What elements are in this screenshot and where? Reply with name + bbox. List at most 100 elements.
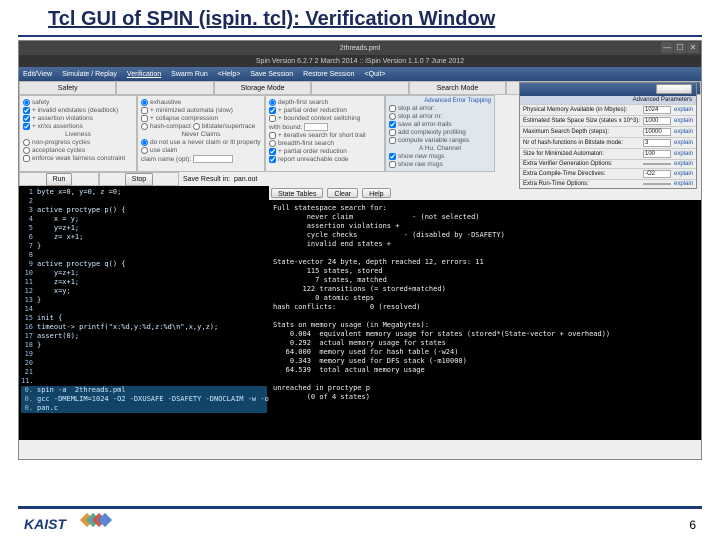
title-underline [18, 35, 702, 37]
radio-exh[interactable] [141, 99, 148, 106]
chk-varrange[interactable] [389, 137, 396, 144]
adv-hash-value[interactable]: 3 [643, 139, 671, 147]
adv-states-value[interactable]: 1000 [643, 117, 671, 125]
adv-depth-value[interactable]: 10000 [643, 128, 671, 136]
window-titlebar: 2threads.pml — ☐ ✕ [19, 41, 701, 55]
chk-stoperr[interactable] [389, 105, 396, 112]
chk-savetrails[interactable] [389, 121, 396, 128]
adv-minauto-value[interactable]: 100 [643, 150, 671, 158]
radio-nonprog[interactable] [23, 139, 30, 146]
chk-fair[interactable] [23, 155, 30, 162]
maximize-button[interactable]: ☐ [674, 42, 686, 53]
radio-stoperrnr[interactable] [389, 113, 396, 120]
col-search: depth-first search + partial order reduc… [265, 95, 385, 172]
lbl-never: Never Claims [181, 131, 220, 138]
hdr-storage: Storage Mode [214, 81, 311, 95]
adv-mem-label: Physical Memory Available (in Mbytes): [523, 107, 640, 113]
lbl-savetrails: save all error-trails [398, 121, 451, 128]
ispin-window: 2threads.pml — ☐ ✕ Spin Version 6.2.7 2 … [18, 40, 702, 460]
chk-xrxs[interactable] [23, 123, 30, 130]
chk-iter[interactable] [269, 132, 276, 139]
hdr-safety: Safety [19, 81, 116, 95]
chk-bcs[interactable] [269, 115, 276, 122]
explain-link2[interactable]: explain [674, 118, 693, 124]
lbl-assert: + assertion violations [32, 115, 93, 122]
footer-rule [18, 506, 702, 509]
tab-help[interactable]: <Help> [218, 71, 241, 78]
col-safety: safety + invalid endstates (deadlock) + … [19, 95, 137, 172]
help-button[interactable]: Help [362, 188, 390, 198]
stop-button[interactable]: Stop [125, 173, 153, 186]
main-tabs: Edit/View Simulate / Replay Verification… [19, 67, 701, 81]
kaist-logo: KAIST [24, 516, 66, 532]
lbl-accept: acceptance cycles [32, 147, 85, 154]
lbl-safety: safety [32, 99, 49, 106]
hdr-search: Search Mode [409, 81, 506, 95]
lbl-dfs: depth-first search [278, 99, 328, 106]
close-button[interactable]: ✕ [687, 42, 699, 53]
bound-input[interactable] [304, 123, 328, 131]
tab-swarm[interactable]: Swarm Run [171, 71, 208, 78]
state-tables-button[interactable]: State Tables [271, 188, 323, 198]
chk-assert[interactable] [23, 115, 30, 122]
adv-mem-value[interactable]: 1024 [643, 106, 671, 114]
lbl-fair: enforce weak fairness constraint [32, 155, 125, 162]
minimize-button[interactable]: — [661, 42, 673, 53]
claim-input[interactable] [193, 155, 233, 163]
lbl-stoperrnr: stop at error nr: [398, 113, 442, 120]
explain-link8[interactable]: explain [674, 181, 693, 187]
radio-accept[interactable] [23, 147, 30, 154]
lbl-bfs: breadth-first search [278, 140, 334, 147]
chk-complex[interactable] [389, 129, 396, 136]
tab-simulate[interactable]: Simulate / Replay [62, 71, 117, 78]
radio-bit[interactable] [193, 123, 200, 130]
verification-output[interactable]: Full statespace search for: never claim … [269, 200, 701, 440]
save-result-label: Save Result in: [183, 176, 230, 183]
radio-safety[interactable] [23, 99, 30, 106]
chk-unreach[interactable] [269, 156, 276, 163]
explain-link3[interactable]: explain [674, 129, 693, 135]
lbl-channel: A Hu. Channel [419, 145, 461, 152]
explain-link5[interactable]: explain [674, 151, 693, 157]
tab-save-session[interactable]: Save Session [250, 71, 293, 78]
adv-remove-button[interactable]: Remove [656, 84, 692, 94]
adv-compile-value[interactable]: -O2 [643, 170, 671, 178]
tab-verification[interactable]: Verification [127, 71, 161, 78]
chk-rawmsgs[interactable] [389, 161, 396, 168]
chk-por2[interactable] [269, 148, 276, 155]
save-result-value: pan.out [234, 176, 257, 183]
lbl-newmsgs: show new msgs [398, 153, 444, 160]
explain-link4[interactable]: explain [674, 140, 693, 146]
tab-edit[interactable]: Edit/View [23, 71, 52, 78]
lbl-xrxs: + xr/xs assertions [32, 123, 83, 130]
tab-quit[interactable]: <Quit> [365, 71, 386, 78]
tab-restore-session[interactable]: Restore Session [303, 71, 354, 78]
radio-dfs[interactable] [269, 99, 276, 106]
lbl-iter: + iterative search for short trail [278, 132, 366, 139]
explain-link7[interactable]: explain [674, 171, 693, 177]
explain-link[interactable]: explain [674, 107, 693, 113]
chk-newmsgs[interactable] [389, 153, 396, 160]
lbl-bcs: + bounded context switching [278, 115, 360, 122]
explain-link6[interactable]: explain [674, 161, 693, 167]
chk-por[interactable] [269, 107, 276, 114]
adv-vergen-value[interactable] [643, 163, 671, 165]
radio-bfs[interactable] [269, 140, 276, 147]
adv-link[interactable]: Advanced Error Trapping [389, 98, 491, 104]
lbl-por2: + partial order reduction [278, 148, 347, 155]
chk-deadlock[interactable] [23, 107, 30, 114]
chk-collapse[interactable] [141, 115, 148, 122]
radio-hc[interactable] [141, 123, 148, 130]
lbl-bit: bitstate/supertrace [202, 123, 255, 130]
source-panel[interactable]: 1byte x=0, y=0, z =0; 2 3active proctype… [19, 186, 269, 440]
radio-useclaim[interactable] [141, 147, 148, 154]
lbl-claimname: claim name (opt): [141, 156, 191, 163]
radio-noclaim[interactable] [141, 139, 148, 146]
adv-runtime-value[interactable] [643, 183, 671, 185]
slide-title: Tcl GUI of SPIN (ispin. tcl): Verificati… [0, 0, 720, 35]
run-button[interactable]: Run [46, 173, 73, 186]
lbl-stoperr: stop at error: [398, 105, 435, 112]
clear-button[interactable]: Clear [327, 188, 358, 198]
chk-minauto[interactable] [141, 107, 148, 114]
col-tracking: Advanced Error Trapping stop at error: s… [385, 95, 495, 172]
